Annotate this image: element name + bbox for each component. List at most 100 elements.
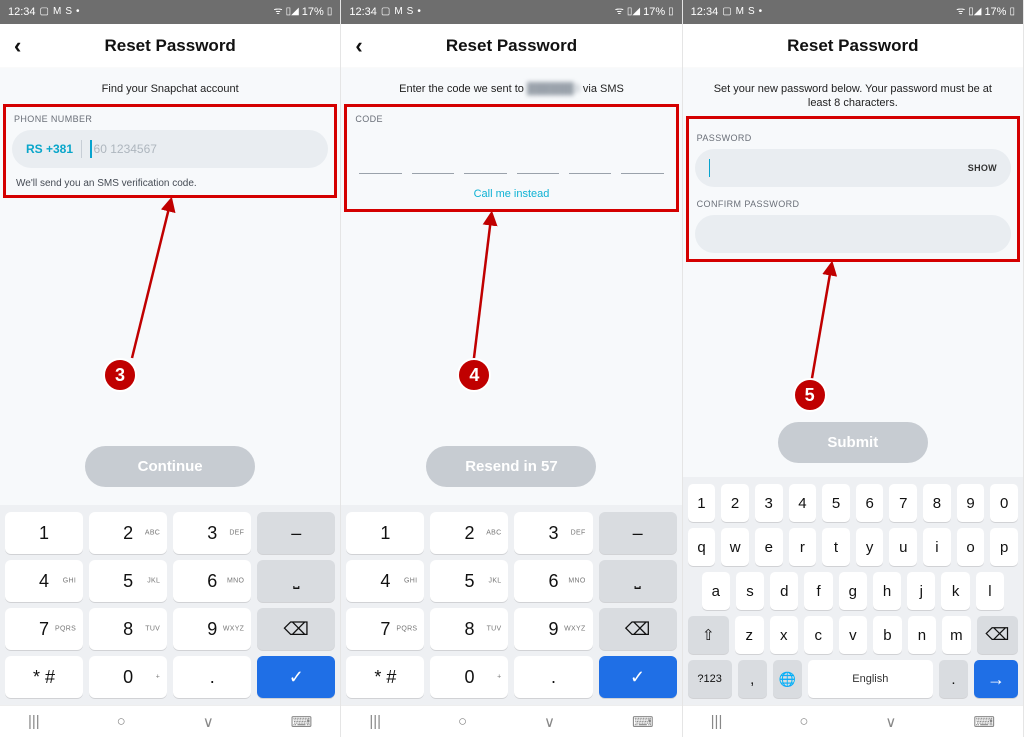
key-.[interactable]: .	[173, 656, 251, 698]
key-–[interactable]: –	[599, 512, 677, 554]
key-c[interactable]: c	[804, 616, 833, 654]
key-␣[interactable]: ⎵	[257, 560, 335, 602]
key-u[interactable]: u	[889, 528, 917, 566]
home-button[interactable]: ○	[799, 713, 808, 730]
key-7[interactable]: 7PQRS	[346, 608, 424, 650]
key-.[interactable]: .	[514, 656, 592, 698]
key-⌫[interactable]: ⌫	[599, 608, 677, 650]
key-0[interactable]: 0	[990, 484, 1018, 522]
resend-button[interactable]: Resend in 57	[426, 446, 596, 487]
keyboard-toggle[interactable]: ⌨	[973, 713, 995, 731]
key-3[interactable]: 3DEF	[514, 512, 592, 554]
symbols-key[interactable]: ?123	[688, 660, 732, 698]
key-0[interactable]: 0+	[89, 656, 167, 698]
key-b[interactable]: b	[873, 616, 902, 654]
key-7[interactable]: 7PQRS	[5, 608, 83, 650]
space-key[interactable]: English	[808, 660, 933, 698]
key-k[interactable]: k	[941, 572, 969, 610]
key-1[interactable]: 1	[688, 484, 716, 522]
key-p[interactable]: p	[990, 528, 1018, 566]
language-key[interactable]: 🌐	[773, 660, 802, 698]
key-⌫[interactable]: ⌫	[257, 608, 335, 650]
signal-icon: ▯◢	[627, 7, 640, 17]
back-nav[interactable]: ∨	[885, 713, 896, 731]
key-3[interactable]: 3DEF	[173, 512, 251, 554]
key-v[interactable]: v	[839, 616, 868, 654]
key-e[interactable]: e	[755, 528, 783, 566]
key-1[interactable]: 1	[5, 512, 83, 554]
key-8[interactable]: 8	[923, 484, 951, 522]
key-i[interactable]: i	[923, 528, 951, 566]
continue-button[interactable]: Continue	[85, 446, 255, 487]
key-t[interactable]: t	[822, 528, 850, 566]
key-j[interactable]: j	[907, 572, 935, 610]
key-q[interactable]: q	[688, 528, 716, 566]
enter-key[interactable]: →	[974, 660, 1018, 698]
recent-apps[interactable]: |||	[711, 713, 723, 730]
key-6[interactable]: 6	[856, 484, 884, 522]
key-4[interactable]: 4GHI	[5, 560, 83, 602]
key-6[interactable]: 6MNO	[173, 560, 251, 602]
key-* #[interactable]: * #	[5, 656, 83, 698]
key-r[interactable]: r	[789, 528, 817, 566]
key-✓[interactable]: ✓	[599, 656, 677, 698]
key-5[interactable]: 5	[822, 484, 850, 522]
key-m[interactable]: m	[942, 616, 971, 654]
key-s[interactable]: s	[736, 572, 764, 610]
key-1[interactable]: 1	[346, 512, 424, 554]
key-2[interactable]: 2ABC	[430, 512, 508, 554]
key-␣[interactable]: ⎵	[599, 560, 677, 602]
home-button[interactable]: ○	[458, 713, 467, 730]
key-w[interactable]: w	[721, 528, 749, 566]
back-button[interactable]: ‹	[349, 24, 368, 67]
key-z[interactable]: z	[735, 616, 764, 654]
key-✓[interactable]: ✓	[257, 656, 335, 698]
key-8[interactable]: 8TUV	[89, 608, 167, 650]
key-5[interactable]: 5JKL	[89, 560, 167, 602]
backspace-key[interactable]: ⌫	[977, 616, 1018, 654]
key-9[interactable]: 9	[957, 484, 985, 522]
back-nav[interactable]: ∨	[544, 713, 555, 731]
key-7[interactable]: 7	[889, 484, 917, 522]
key-f[interactable]: f	[804, 572, 832, 610]
key-3[interactable]: 3	[755, 484, 783, 522]
key-4[interactable]: 4	[789, 484, 817, 522]
submit-button[interactable]: Submit	[778, 422, 928, 463]
key-g[interactable]: g	[839, 572, 867, 610]
key-a[interactable]: a	[702, 572, 730, 610]
skype-icon: S	[407, 7, 414, 17]
password-input[interactable]	[695, 149, 1011, 187]
key-8[interactable]: 8TUV	[430, 608, 508, 650]
back-nav[interactable]: ∨	[203, 713, 214, 731]
key-6[interactable]: 6MNO	[514, 560, 592, 602]
key-d[interactable]: d	[770, 572, 798, 610]
keyboard-toggle[interactable]: ⌨	[291, 713, 313, 731]
keyboard-toggle[interactable]: ⌨	[632, 713, 654, 731]
recent-apps[interactable]: |||	[369, 713, 381, 730]
back-button[interactable]: ‹	[8, 24, 27, 67]
key-9[interactable]: 9WXYZ	[514, 608, 592, 650]
annotation-arrow	[469, 212, 499, 372]
key-o[interactable]: o	[957, 528, 985, 566]
recent-apps[interactable]: |||	[28, 713, 40, 730]
key-0[interactable]: 0+	[430, 656, 508, 698]
key-2[interactable]: 2ABC	[89, 512, 167, 554]
highlight-box	[686, 116, 1020, 262]
key-h[interactable]: h	[873, 572, 901, 610]
key-–[interactable]: –	[257, 512, 335, 554]
show-password[interactable]: SHOW	[968, 163, 997, 173]
key-x[interactable]: x	[770, 616, 799, 654]
key-5[interactable]: 5JKL	[430, 560, 508, 602]
home-button[interactable]: ○	[117, 713, 126, 730]
comma-key[interactable]: ,	[738, 660, 767, 698]
key-4[interactable]: 4GHI	[346, 560, 424, 602]
period-key[interactable]: .	[939, 660, 968, 698]
key-n[interactable]: n	[908, 616, 937, 654]
status-time: 12:34	[691, 6, 719, 18]
shift-key[interactable]: ⇧	[688, 616, 729, 654]
key-y[interactable]: y	[856, 528, 884, 566]
key-l[interactable]: l	[976, 572, 1004, 610]
key-* #[interactable]: * #	[346, 656, 424, 698]
key-2[interactable]: 2	[721, 484, 749, 522]
key-9[interactable]: 9WXYZ	[173, 608, 251, 650]
